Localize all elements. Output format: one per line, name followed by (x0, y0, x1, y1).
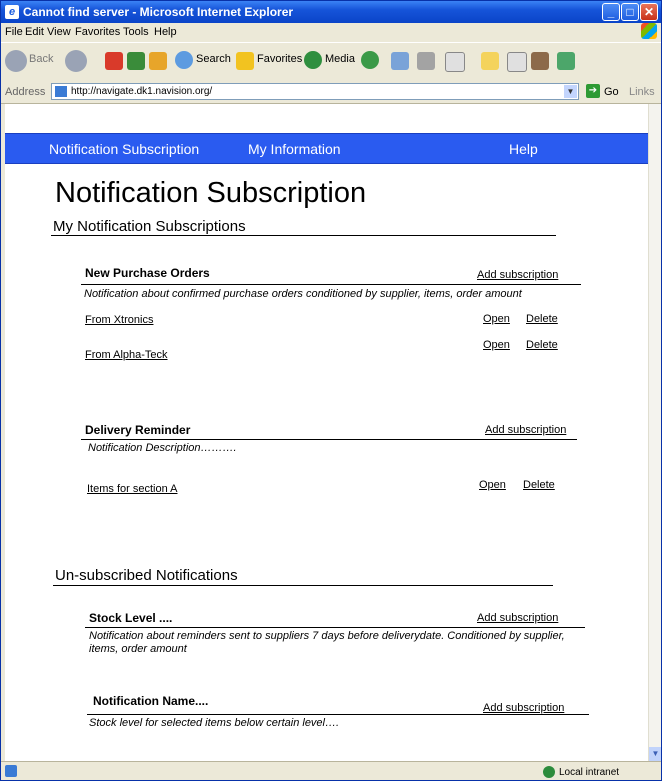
title-bar: e Cannot find server - Microsoft Interne… (1, 1, 661, 23)
scroll-down-icon[interactable]: ▼ (649, 747, 661, 761)
section-description: Notification Description………. (88, 442, 237, 454)
folder-icon[interactable] (481, 52, 499, 70)
favorites-label[interactable]: Favorites (257, 53, 302, 65)
local-intranet-icon (543, 766, 555, 778)
menu-favorites[interactable]: Favorites (75, 26, 120, 38)
open-link[interactable]: Open (479, 479, 506, 491)
favorites-star-icon[interactable] (236, 52, 254, 70)
address-label: Address (5, 86, 46, 98)
home-icon[interactable] (149, 52, 167, 70)
discuss-icon[interactable] (507, 52, 527, 72)
page-title: Notification Subscription (55, 177, 367, 209)
menu-bar: File Edit View Favorites Tools Help (1, 23, 661, 41)
edit-icon[interactable] (445, 52, 465, 72)
nav-help[interactable]: Help (509, 141, 538, 157)
go-button[interactable]: Go (604, 86, 619, 98)
divider (87, 714, 589, 715)
security-zone: Local intranet (559, 767, 620, 778)
back-arrow-icon[interactable] (5, 50, 27, 72)
nav-my-information[interactable]: My Information (248, 141, 341, 157)
menu-edit[interactable]: Edit (25, 26, 44, 38)
refresh-icon[interactable] (127, 52, 145, 70)
subscriptions-heading: My Notification Subscriptions (53, 218, 246, 235)
subscription-link[interactable]: From Alpha-Teck (85, 349, 168, 361)
print-icon[interactable] (417, 52, 435, 70)
section-description: Notification about reminders sent to sup… (89, 630, 565, 655)
close-button[interactable]: ✕ (640, 3, 658, 21)
unsubscribed-heading: Un-subscribed Notifications (55, 567, 238, 584)
divider (85, 627, 585, 628)
menu-tools[interactable]: Tools (123, 26, 149, 38)
search-icon[interactable] (175, 51, 193, 69)
vertical-scrollbar[interactable]: ▼ (648, 104, 661, 761)
ie-logo-icon: e (5, 5, 19, 19)
divider (81, 439, 577, 440)
section-title: Notification Name.... (93, 694, 209, 708)
window-title: Cannot find server - Microsoft Internet … (23, 5, 294, 19)
divider (51, 235, 556, 236)
section-title: New Purchase Orders (85, 266, 210, 280)
minimize-button[interactable]: _ (602, 3, 620, 21)
add-subscription-link[interactable]: Add subscription (483, 702, 564, 714)
messenger-icon[interactable] (557, 52, 575, 70)
nav-notification-subscription[interactable]: Notification Subscription (49, 141, 199, 157)
menu-view[interactable]: View (47, 26, 71, 38)
divider (81, 284, 581, 285)
open-link[interactable]: Open (483, 313, 510, 325)
add-subscription-link[interactable]: Add subscription (477, 612, 558, 624)
section-title: Delivery Reminder (85, 423, 191, 437)
research-icon[interactable] (531, 52, 549, 70)
go-arrow-icon[interactable]: ➔ (586, 84, 600, 98)
toolbar: Back Search Favorites Media (1, 42, 661, 82)
maximize-button[interactable]: □ (621, 3, 639, 21)
site-nav: Notification Subscription My Information… (5, 133, 648, 164)
section-description: Notification about confirmed purchase or… (84, 288, 522, 300)
back-label[interactable]: Back (29, 53, 53, 65)
add-subscription-link[interactable]: Add subscription (477, 269, 558, 281)
chevron-down-icon[interactable]: ▼ (564, 85, 577, 98)
menu-file[interactable]: File (5, 26, 23, 38)
stop-icon[interactable] (105, 52, 123, 70)
address-bar: Address http://navigate.dk1.navision.org… (1, 81, 661, 104)
open-link[interactable]: Open (483, 339, 510, 351)
subscription-link[interactable]: Items for section A (87, 483, 177, 495)
history-icon[interactable] (361, 51, 379, 69)
delete-link[interactable]: Delete (523, 479, 555, 491)
page-content: Notification Subscription My Information… (5, 104, 648, 761)
section-description: Stock level for selected items below cer… (89, 717, 340, 729)
links-button[interactable]: Links (629, 86, 655, 98)
page-status-icon (5, 765, 17, 777)
subscription-link[interactable]: From Xtronics (85, 314, 153, 326)
forward-arrow-icon[interactable] (65, 50, 87, 72)
address-url[interactable]: http://navigate.dk1.navision.org/ (71, 86, 212, 97)
page-icon (55, 86, 67, 97)
add-subscription-link[interactable]: Add subscription (485, 424, 566, 436)
media-icon[interactable] (304, 51, 322, 69)
section-title: Stock Level .... (89, 611, 173, 625)
mail-icon[interactable] (391, 52, 409, 70)
address-input[interactable]: http://navigate.dk1.navision.org/ ▼ (51, 83, 579, 100)
delete-link[interactable]: Delete (526, 313, 558, 325)
windows-flag-icon (641, 23, 657, 39)
delete-link[interactable]: Delete (526, 339, 558, 351)
menu-help[interactable]: Help (154, 26, 177, 38)
status-bar: Local intranet (1, 761, 661, 780)
search-label[interactable]: Search (196, 53, 231, 65)
browser-window: e Cannot find server - Microsoft Interne… (0, 0, 662, 781)
media-label[interactable]: Media (325, 53, 355, 65)
divider (53, 585, 553, 586)
